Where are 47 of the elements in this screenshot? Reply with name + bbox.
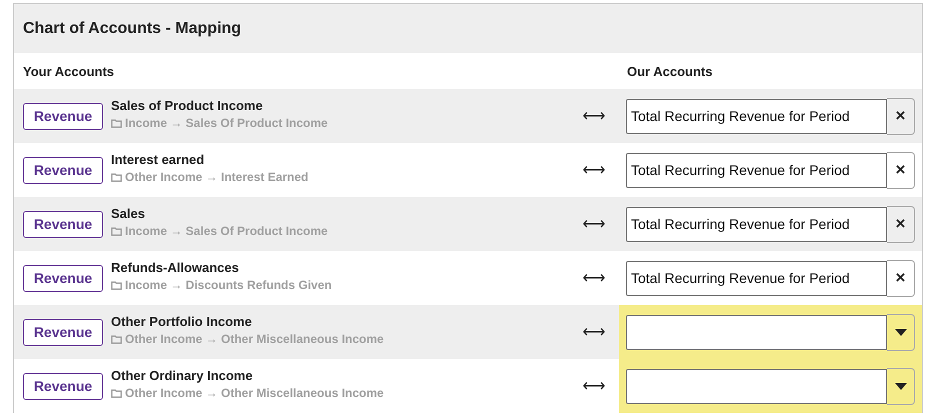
caret-down-icon <box>894 328 906 336</box>
account-type-button[interactable]: Revenue <box>23 264 103 292</box>
column-header: Your Accounts <box>22 64 116 78</box>
caret-down-icon <box>894 382 906 390</box>
mapping-link-arrow: ⟷ <box>582 215 606 234</box>
account-path: Income → Sales Of Product Income <box>125 224 328 238</box>
account-name: Sales <box>111 206 146 221</box>
account-type-button[interactable]: Revenue <box>23 372 103 400</box>
account-field[interactable]: Total Recurring Revenue for Period <box>626 152 887 188</box>
panel-title: Chart of Accounts - Mapping <box>23 20 242 38</box>
account-path: Other Income → Other Miscellaneous Income <box>125 332 384 346</box>
account-path: Other Income → Other Miscellaneous Income <box>125 386 384 400</box>
account-field[interactable]: Total Recurring Revenue for Period <box>626 260 887 296</box>
folder-icon <box>111 280 122 290</box>
folder-icon <box>111 334 122 344</box>
account-name: Interest earned <box>111 152 206 167</box>
account-path: Income → Sales Of Product Income <box>125 116 328 130</box>
clear-button[interactable]: × <box>887 206 915 242</box>
account-field[interactable]: Total Recurring Revenue for Period <box>626 206 887 242</box>
mapping-link-arrow: ⟷ <box>582 269 606 288</box>
account-select[interactable] <box>626 314 887 350</box>
account-path: Other Income → Interest Earned <box>125 170 308 184</box>
account-path: Income → Discounts Refunds Given <box>125 278 332 292</box>
mapping-link-arrow: ⟷ <box>582 323 606 342</box>
dropdown-button[interactable] <box>887 314 915 350</box>
folder-icon <box>111 118 122 128</box>
mapping-link-arrow: ⟷ <box>582 377 606 396</box>
mapping-link-arrow: ⟷ <box>582 161 606 180</box>
clear-button[interactable]: × <box>887 152 915 188</box>
account-name: Refunds-Allowances <box>111 260 240 275</box>
account-type-button[interactable]: Revenue <box>23 210 103 238</box>
clear-button[interactable]: × <box>887 98 915 134</box>
clear-button[interactable]: × <box>887 260 915 296</box>
folder-icon <box>111 388 122 398</box>
dropdown-button[interactable] <box>887 368 915 404</box>
account-type-button[interactable]: Revenue <box>23 318 103 346</box>
account-type-button[interactable]: Revenue <box>23 156 103 184</box>
account-name: Sales of Product Income <box>111 98 264 113</box>
account-field[interactable]: Total Recurring Revenue for Period <box>626 98 887 134</box>
account-type-button[interactable]: Revenue <box>23 102 103 130</box>
column-header: Our Accounts <box>627 64 712 78</box>
folder-icon <box>111 172 122 182</box>
account-select[interactable] <box>626 368 887 404</box>
folder-icon <box>111 226 122 236</box>
mapping-link-arrow: ⟷ <box>582 107 606 126</box>
account-name: Other Portfolio Income <box>111 314 253 329</box>
account-name: Other Ordinary Income <box>111 368 254 383</box>
